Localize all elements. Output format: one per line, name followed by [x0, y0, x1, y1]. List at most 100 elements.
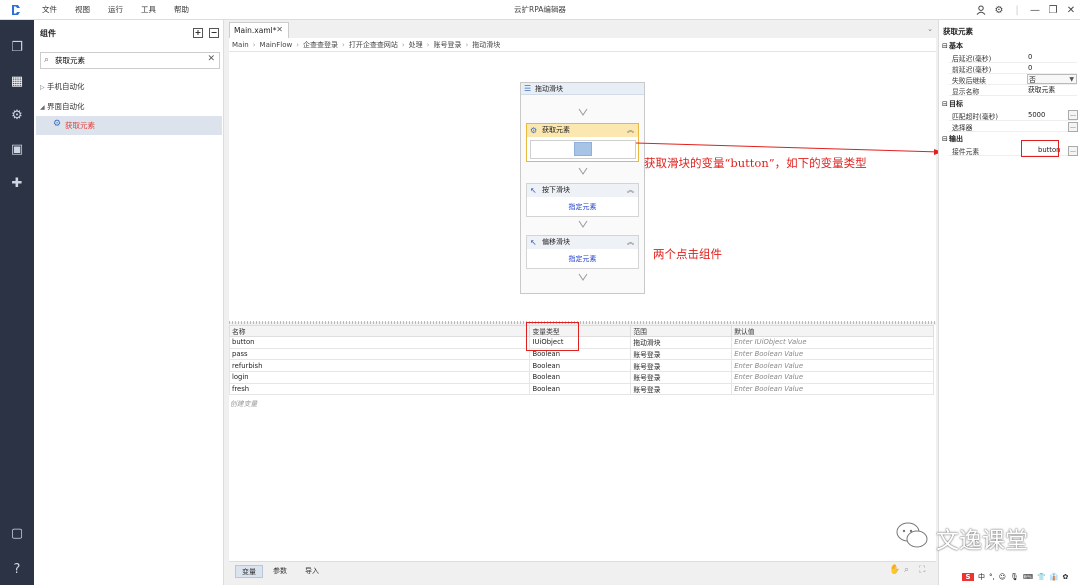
- activity-press-slider[interactable]: ↖ 按下滑块 ︽ 指定元素: [526, 183, 639, 217]
- collapse-icon[interactable]: ︽: [627, 236, 634, 249]
- variable-type[interactable]: Boolean: [529, 382, 632, 396]
- variable-type[interactable]: Boolean: [529, 359, 632, 373]
- variable-default[interactable]: Enter Boolean Value: [731, 347, 934, 361]
- activity-offset-slider[interactable]: ↖ 偏移滑块 ︽ 指定元素: [526, 235, 639, 269]
- column-default[interactable]: 默认值: [731, 325, 934, 337]
- variable-default[interactable]: Enter Boolean Value: [731, 359, 934, 373]
- continue-on-error-select[interactable]: 否 ▼: [1027, 74, 1077, 84]
- browse-button[interactable]: ...: [1068, 146, 1078, 156]
- tree-item-mobile[interactable]: ▷ 手机自动化: [40, 81, 85, 92]
- table-row[interactable]: refurbish Boolean 账号登录 Enter Boolean Val…: [228, 359, 934, 373]
- breadcrumb-item[interactable]: 拖动滑块: [472, 40, 500, 50]
- sogou-icon[interactable]: S: [962, 573, 974, 581]
- column-name[interactable]: 名称: [228, 325, 531, 337]
- specify-element-link[interactable]: 指定元素: [527, 197, 638, 216]
- variable-name[interactable]: pass: [228, 347, 531, 361]
- drop-arrow-icon: [578, 220, 588, 228]
- variable-name[interactable]: button: [228, 336, 531, 349]
- fit-screen-icon[interactable]: ⛶: [919, 565, 925, 575]
- menu-file[interactable]: 文件: [42, 0, 57, 20]
- tree-item-ui-automation[interactable]: ◢ 界面自动化: [40, 101, 85, 112]
- shirt-icon[interactable]: 👔: [1050, 573, 1059, 581]
- property-key: 后延迟(毫秒): [952, 55, 992, 63]
- breadcrumb-item[interactable]: Main: [232, 41, 249, 49]
- table-row[interactable]: login Boolean 账号登录 Enter Boolean Value: [228, 371, 934, 384]
- microphone-icon[interactable]: 🎙: [1010, 573, 1019, 581]
- tab-variables[interactable]: 变量: [235, 565, 263, 578]
- activity-get-element[interactable]: ⚙ 获取元素 ︽: [526, 123, 639, 162]
- variable-scope[interactable]: 账号登录: [630, 347, 733, 361]
- emoji-icon[interactable]: ☺: [999, 573, 1006, 581]
- property-value[interactable]: 0: [1027, 63, 1077, 73]
- menu-run[interactable]: 运行: [108, 0, 123, 20]
- table-row[interactable]: pass Boolean 账号登录 Enter Boolean Value: [228, 347, 934, 361]
- tab-imports[interactable]: 导入: [299, 565, 325, 578]
- section-output[interactable]: ⊟输出: [942, 134, 963, 144]
- lock-icon[interactable]: ▢: [8, 524, 26, 542]
- variable-default[interactable]: Enter IUiObject Value: [731, 336, 934, 349]
- table-row[interactable]: button IUiObject 拖动滑块 Enter IUiObject Va…: [228, 336, 934, 349]
- variable-name[interactable]: login: [228, 371, 531, 384]
- section-basic[interactable]: ⊟基本: [942, 41, 963, 51]
- files-icon[interactable]: ❐: [8, 38, 26, 56]
- panel-splitter[interactable]: [229, 321, 936, 324]
- zoom-icon[interactable]: ⌕: [904, 565, 909, 575]
- tab-dropdown-icon[interactable]: ⌄: [927, 25, 933, 33]
- debug-icon[interactable]: ⚙: [8, 106, 26, 124]
- variable-type[interactable]: Boolean: [529, 371, 632, 384]
- breadcrumb-item[interactable]: 处理: [409, 40, 423, 50]
- search-input[interactable]: [55, 54, 203, 67]
- tab-arguments[interactable]: 参数: [267, 565, 293, 578]
- plugin-icon[interactable]: ✚: [8, 174, 26, 192]
- collapse-all-button[interactable]: −: [209, 28, 219, 38]
- variable-scope[interactable]: 拖动滑块: [630, 336, 733, 349]
- property-value[interactable]: 获取元素: [1027, 85, 1077, 95]
- menu-help[interactable]: 帮助: [174, 0, 189, 20]
- breadcrumb-item[interactable]: 打开企查查网站: [349, 40, 398, 50]
- tray-item[interactable]: °,: [989, 573, 995, 581]
- breadcrumb-item[interactable]: MainFlow: [260, 41, 293, 49]
- restore-icon[interactable]: ❐: [1044, 0, 1062, 20]
- menu-tools[interactable]: 工具: [141, 0, 156, 20]
- menu-view[interactable]: 视图: [75, 0, 90, 20]
- tree-item-get-element[interactable]: ⚙ 获取元素: [36, 116, 222, 135]
- sequence-icon: ☰: [524, 84, 532, 93]
- package-icon[interactable]: ▣: [8, 140, 26, 158]
- breadcrumb-item[interactable]: 账号登录: [433, 40, 461, 50]
- collapse-icon[interactable]: ︽: [627, 124, 634, 137]
- browse-button[interactable]: ...: [1068, 110, 1078, 120]
- breadcrumb-item[interactable]: 企查查登录: [303, 40, 338, 50]
- variable-scope[interactable]: 账号登录: [630, 382, 733, 396]
- browse-button[interactable]: ...: [1068, 122, 1078, 132]
- skin-icon[interactable]: 👕: [1037, 573, 1046, 581]
- close-tab-icon[interactable]: ✕: [276, 25, 283, 34]
- tools-icon[interactable]: ✿: [1062, 573, 1068, 581]
- variable-name[interactable]: refurbish: [228, 359, 531, 373]
- create-variable-row[interactable]: 创建变量: [230, 398, 257, 408]
- specify-element-link[interactable]: 指定元素: [527, 249, 638, 268]
- close-icon[interactable]: ✕: [1062, 0, 1080, 20]
- sequence-drag-slider[interactable]: ☰ 拖动滑块 ⚙ 获取元素 ︽ ↖ 按下滑块 ︽ 指定元素 ↖ 偏移滑块 ︽ 指…: [520, 82, 645, 294]
- column-scope[interactable]: 范围: [630, 325, 733, 337]
- keyboard-icon[interactable]: ⌨: [1023, 573, 1033, 581]
- variable-default[interactable]: Enter Boolean Value: [731, 382, 934, 396]
- section-target[interactable]: ⊟目标: [942, 99, 963, 109]
- tray-item[interactable]: 中: [978, 572, 985, 582]
- tab-main-xaml[interactable]: Main.xaml* ✕: [229, 22, 289, 38]
- help-icon[interactable]: ?: [8, 560, 26, 578]
- user-icon[interactable]: [972, 0, 990, 20]
- collapse-icon[interactable]: ︽: [627, 184, 634, 197]
- variable-scope[interactable]: 账号登录: [630, 359, 733, 373]
- settings-icon[interactable]: ⚙: [990, 0, 1008, 20]
- property-value[interactable]: 0: [1027, 52, 1077, 62]
- components-icon[interactable]: ▦: [8, 72, 26, 90]
- table-row[interactable]: fresh Boolean 账号登录 Enter Boolean Value: [228, 382, 934, 396]
- variable-default[interactable]: Enter Boolean Value: [731, 371, 934, 384]
- variable-scope[interactable]: 账号登录: [630, 371, 733, 384]
- target-preview[interactable]: [529, 139, 636, 159]
- expand-all-button[interactable]: +: [193, 28, 203, 38]
- clear-search-icon[interactable]: ✕: [207, 54, 215, 64]
- pan-hand-icon[interactable]: ✋: [889, 565, 900, 575]
- minimize-icon[interactable]: —: [1026, 0, 1044, 20]
- variable-name[interactable]: fresh: [228, 382, 531, 396]
